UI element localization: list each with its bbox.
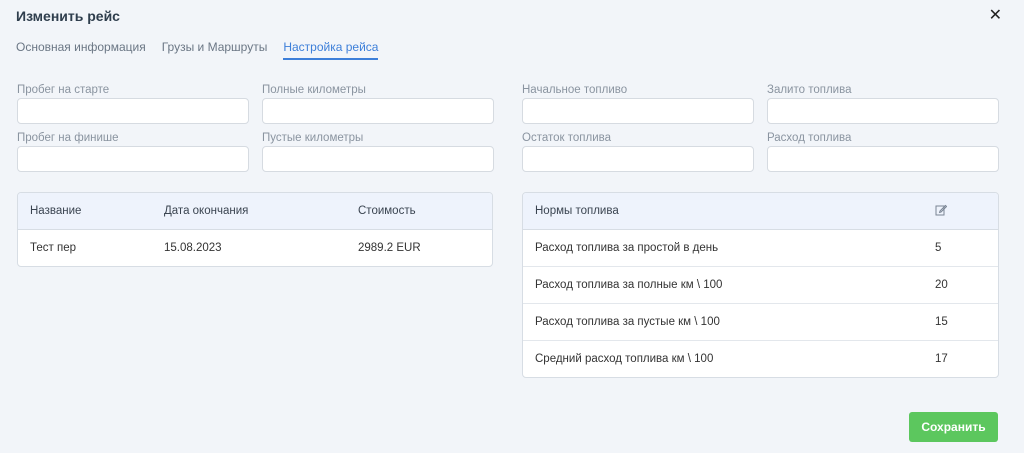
empty-km-group: Пустые километры [262,131,494,172]
tab-cargo-routes[interactable]: Грузы и Маршруты [162,40,268,60]
fuel-norms-header: Нормы топлива [523,193,998,230]
fuel-remaining-input[interactable] [522,146,754,172]
finish-mileage-label: Пробег на финише [17,132,119,144]
column-header-end-date: Дата окончания [164,205,249,217]
fuel-remaining-group: Остаток топлива [522,131,754,172]
norm-value-cell: 15 [935,316,948,328]
column-header-name: Название [30,205,82,217]
table-row: Расход топлива за полные км \ 100 20 [523,267,998,304]
norm-value-cell: 5 [935,242,942,254]
norm-value-cell: 20 [935,279,948,291]
empty-km-input[interactable] [262,146,494,172]
initial-fuel-group: Начальное топливо [522,83,754,124]
full-km-label: Полные километры [262,84,366,96]
edit-norms-button[interactable] [923,204,993,219]
cost-name-cell: Тест пер [30,242,77,254]
fuel-consumption-label: Расход топлива [767,132,852,144]
norm-value-cell: 17 [935,353,948,365]
tab-main-info[interactable]: Основная информация [16,40,146,60]
start-mileage-label: Пробег на старте [17,84,110,96]
empty-km-label: Пустые километры [262,132,364,144]
norm-label-cell: Расход топлива за пустые км \ 100 [535,316,720,328]
fuel-consumption-group: Расход топлива [767,131,999,172]
full-km-group: Полные километры [262,83,494,124]
fuel-norms-table: Нормы топлива Расход топлива за простой … [522,192,999,378]
initial-fuel-input[interactable] [522,98,754,124]
fuel-norms-title: Нормы топлива [535,205,619,217]
fueled-label: Залито топлива [767,84,852,96]
fuel-remaining-label: Остаток топлива [522,132,612,144]
finish-mileage-input[interactable] [17,146,249,172]
full-km-input[interactable] [262,98,494,124]
edit-icon [935,204,948,215]
table-row[interactable]: Тест пер 15.08.2023 2989.2 EUR [18,230,492,266]
column-header-cost: Стоимость [358,205,416,217]
start-mileage-group: Пробег на старте [17,83,249,124]
norm-label-cell: Расход топлива за полные км \ 100 [535,279,723,291]
close-icon[interactable]: ✕ [989,6,1002,26]
fueled-group: Залито топлива [767,83,999,124]
norm-label-cell: Средний расход топлива км \ 100 [535,353,714,365]
table-row: Средний расход топлива км \ 100 17 [523,341,998,377]
norm-label-cell: Расход топлива за простой в день [535,242,719,254]
cost-end-date-cell: 15.08.2023 [164,242,222,254]
cost-value-cell: 2989.2 EUR [358,242,421,254]
fuel-consumption-input[interactable] [767,146,999,172]
table-row: Расход топлива за простой в день 5 [523,230,998,267]
tab-bar: Основная информация Грузы и Маршруты Нас… [16,40,379,60]
costs-table: Название Дата окончания Стоимость Тест п… [17,192,493,267]
initial-fuel-label: Начальное топливо [522,84,628,96]
fueled-input[interactable] [767,98,999,124]
table-row: Расход топлива за пустые км \ 100 15 [523,304,998,341]
save-button[interactable]: Сохранить [909,412,998,442]
costs-table-header: Название Дата окончания Стоимость [18,193,492,230]
finish-mileage-group: Пробег на финише [17,131,249,172]
tab-trip-settings[interactable]: Настройка рейса [283,40,379,60]
start-mileage-input[interactable] [17,98,249,124]
dialog-title: Изменить рейс [16,8,120,24]
